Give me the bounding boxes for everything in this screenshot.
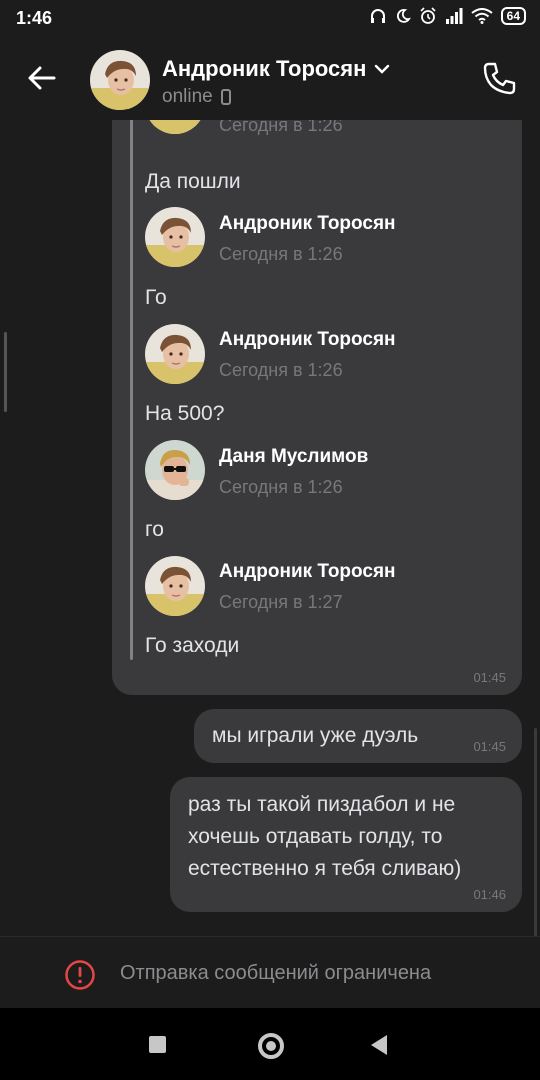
avatar[interactable] [145,440,205,500]
avatar[interactable] [145,324,205,384]
forwarded-message-text: Да пошли [145,170,241,193]
battery-icon: 64 [500,7,526,25]
alarm-icon [420,7,436,24]
wifi-icon [471,8,493,24]
outgoing-message-bubble[interactable]: мы играли уже дуэль 01:45 [194,709,522,763]
avatar[interactable] [145,120,205,134]
contact-avatar[interactable] [90,50,150,110]
message-date: Сегодня в 1:26 [219,244,343,264]
mobile-device-icon [220,89,231,105]
message-date: Сегодня в 1:26 [219,477,343,497]
contact-name: Андроник Торосян [162,56,367,81]
forward-indicator-line [130,120,133,660]
back-button[interactable] [371,1035,387,1055]
recent-apps-button[interactable] [149,1036,166,1053]
message-text-line: раз ты такой пиздабол и не [188,793,456,816]
avatar[interactable] [145,556,205,616]
status-icons: 64 [369,7,526,25]
system-navigation-bar [0,1008,540,1080]
message-text: мы играли уже дуэль [212,724,419,747]
forwarded-message-text: Го [145,286,167,309]
back-arrow-icon[interactable] [24,60,60,96]
message-time: 01:45 [473,739,506,754]
message-time: 01:46 [473,887,506,902]
contact-name-button[interactable]: Андроник Торосян [162,56,390,82]
author-name[interactable]: Андроник Торосян [219,213,396,235]
headphones-icon [370,9,385,23]
moon-icon [396,9,411,23]
message-text-line: хочешь отдавать голду, то [188,825,443,848]
author-name[interactable]: Даня Муслимов [219,446,368,468]
contact-status: online [162,86,231,108]
avatar[interactable] [145,207,205,267]
status-time: 1:46 [16,8,53,28]
signal-icon [445,8,463,24]
messaging-restricted-bar: Отправка сообщений ограничена [0,936,540,1009]
author-name[interactable]: Андроник Торосян [219,561,396,583]
home-button[interactable] [258,1033,284,1059]
forwarded-message-text: На 500? [145,402,225,425]
message-time: 01:45 [473,670,506,685]
warning-icon [65,960,95,990]
author-name[interactable]: Андроник Торосян [219,329,396,351]
forwarded-messages-bubble[interactable]: Сегодня в 1:26 Да пошли Андроник Торосян… [112,120,522,695]
status-bar: 1:46 64 [0,0,540,36]
message-date: Сегодня в 1:26 [219,360,343,380]
message-date: Сегодня в 1:26 [219,120,343,135]
online-status-text: online [162,86,213,107]
message-date: Сегодня в 1:27 [219,592,343,612]
chat-header: Андроник Торосян online [0,36,540,120]
scrollbar-right[interactable] [534,728,537,938]
scrollbar-left [4,332,7,412]
chevron-down-icon [375,64,390,74]
phone-call-icon[interactable] [480,58,520,98]
restriction-text: Отправка сообщений ограничена [120,962,432,984]
message-text-line: естественно я тебя сливаю) [188,857,462,880]
message-list[interactable]: Сегодня в 1:26 Да пошли Андроник Торосян… [0,120,540,936]
forwarded-message-text: Го заходи [145,634,240,657]
outgoing-message-bubble[interactable]: раз ты такой пиздабол и не хочешь отдава… [170,777,522,912]
forwarded-message-text: го [145,518,164,541]
